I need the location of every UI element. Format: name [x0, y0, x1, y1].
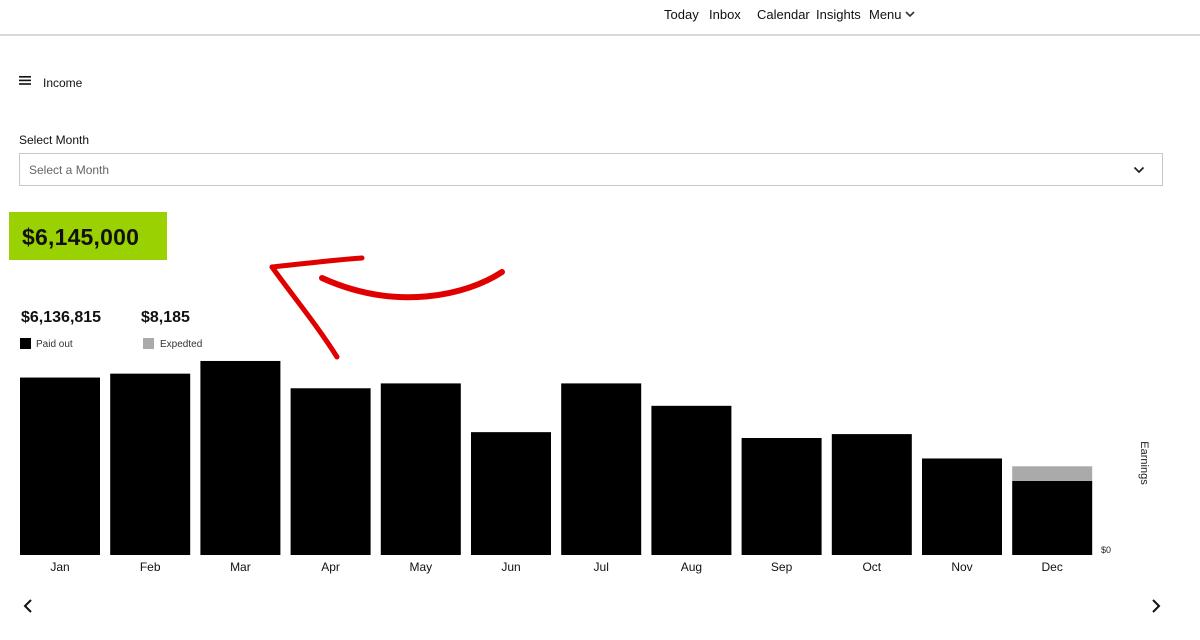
month-select-placeholder: Select a Month — [29, 163, 110, 177]
red-arrow-icon — [269, 255, 505, 360]
total-income-value: $6,145,000 — [22, 224, 140, 250]
bar-paid-out-feb[interactable] — [110, 373, 191, 555]
x-tick-label: Jun — [501, 560, 520, 574]
bar-paid-out-mar[interactable] — [200, 360, 281, 555]
bar-paid-out-may[interactable] — [380, 383, 461, 555]
bar-paid-out-nov[interactable] — [922, 458, 1002, 555]
x-tick-label: Apr — [321, 560, 340, 574]
month-select[interactable]: Select a Month — [19, 153, 1163, 186]
bar-paid-out-dec[interactable] — [1012, 480, 1093, 555]
nav-link-inbox[interactable]: Inbox — [709, 7, 741, 22]
bar-paid-out-aug[interactable] — [651, 405, 732, 555]
nav-link-menu[interactable]: Menu — [869, 7, 902, 22]
x-tick-label: Nov — [951, 560, 972, 574]
x-tick-label: Mar — [230, 560, 251, 574]
chevron-left-icon[interactable] — [21, 598, 35, 614]
paid-out-value: $6,136,815 — [21, 309, 102, 326]
y-tick-label: $0 — [1101, 545, 1112, 555]
nav-link-calendar[interactable]: Calendar — [757, 7, 810, 22]
chevron-down-icon[interactable] — [904, 9, 916, 19]
chevron-right-icon[interactable] — [1149, 598, 1163, 614]
paid-out-legend-label: Paid out — [36, 339, 73, 350]
x-tick-label: May — [409, 560, 432, 574]
nav-link-today[interactable]: Today — [664, 7, 699, 22]
bar-paid-out-sep[interactable] — [741, 438, 822, 555]
expected-value: $8,185 — [141, 309, 190, 326]
chevron-down-icon[interactable] — [1133, 165, 1145, 175]
earnings-bar-chart: Jan Feb Mar Apr May Jun Jul Aug Sep Oct Nov Dec — [20, 360, 1093, 574]
hamburger-icon[interactable] — [19, 76, 31, 85]
total-income-highlight: $6,145,000 — [9, 212, 167, 260]
bar-paid-out-oct[interactable] — [831, 434, 912, 555]
x-tick-label: Dec — [1042, 560, 1063, 574]
y-axis-label: Earnings — [1138, 441, 1150, 485]
x-tick-label: Sep — [771, 560, 793, 574]
bar-paid-out-jun[interactable] — [471, 432, 551, 555]
select-month-label: Select Month — [19, 133, 90, 147]
x-tick-label: Oct — [862, 560, 881, 574]
x-tick-label: Jul — [594, 560, 609, 574]
bar-paid-out-jan[interactable] — [20, 377, 100, 555]
bar-expected-dec[interactable] — [1012, 466, 1093, 481]
bar-paid-out-apr[interactable] — [290, 388, 371, 555]
paid-out-legend-swatch — [20, 338, 31, 349]
top-nav: Today Inbox Calendar Insights Menu — [0, 0, 1200, 36]
x-tick-label: Feb — [140, 560, 161, 574]
nav-link-insights[interactable]: Insights — [816, 7, 861, 22]
expected-legend-swatch — [143, 338, 154, 349]
x-tick-label: Jan — [50, 560, 69, 574]
expected-legend-label: Expedted — [160, 339, 203, 350]
x-tick-label: Aug — [681, 560, 702, 574]
page-title: Income — [43, 76, 83, 90]
bar-paid-out-jul[interactable] — [561, 383, 642, 555]
